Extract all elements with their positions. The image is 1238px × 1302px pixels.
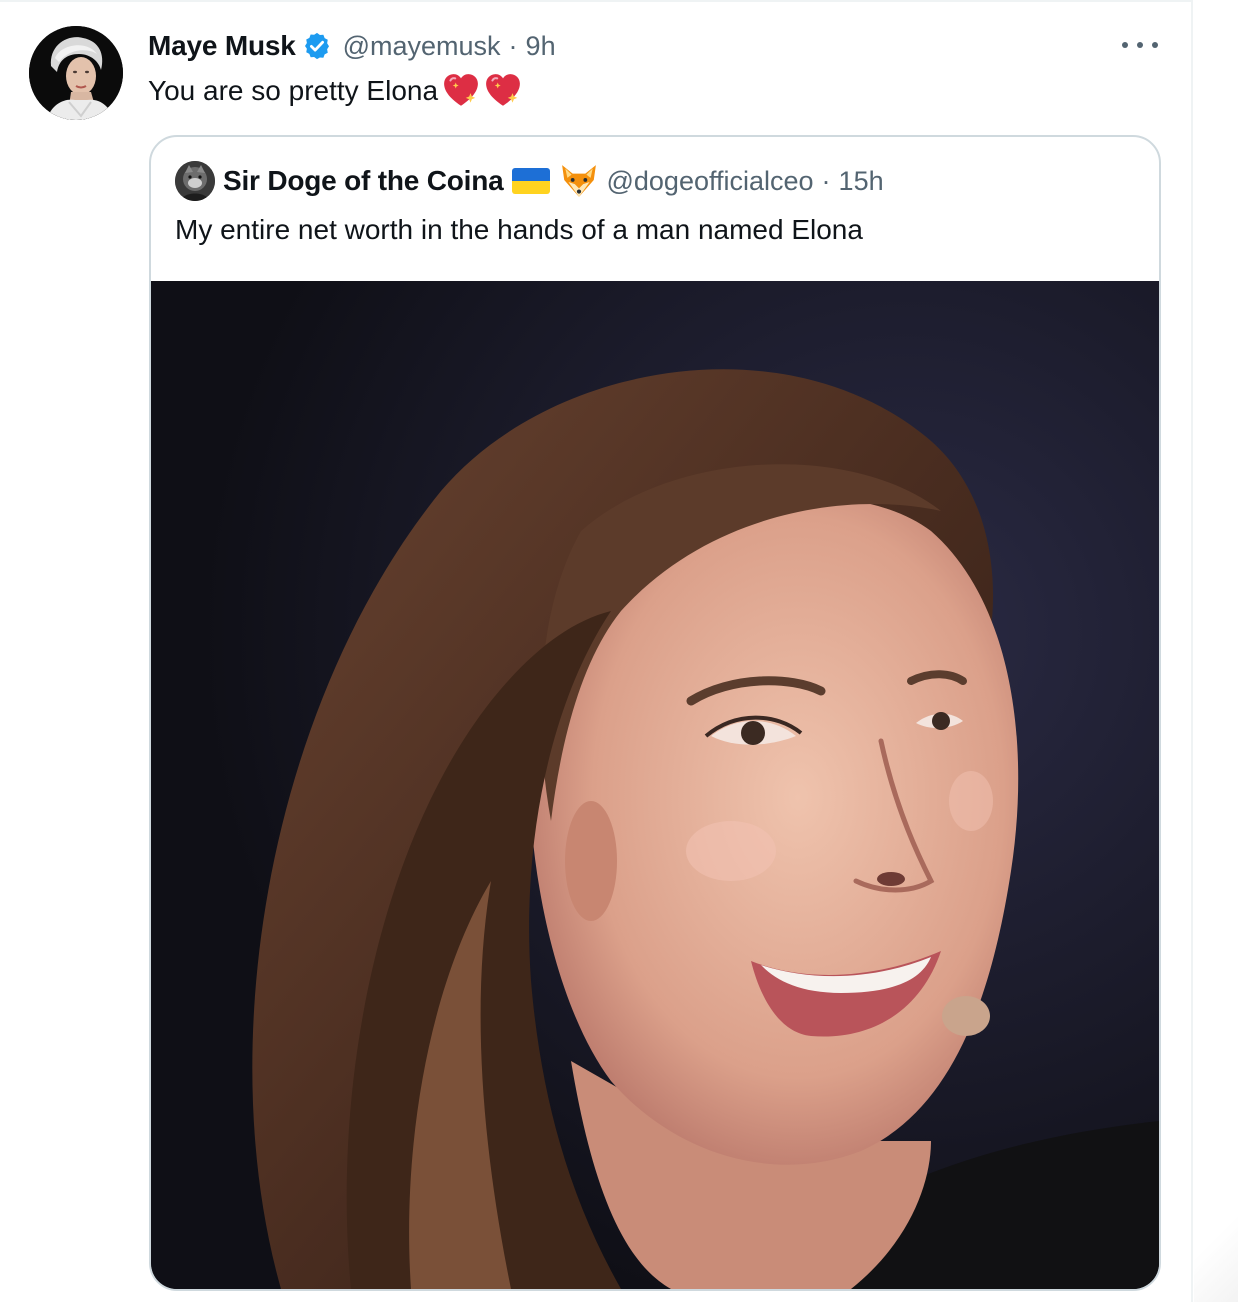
- author-handle[interactable]: @mayemusk: [343, 31, 501, 62]
- author-avatar-image: [29, 26, 123, 120]
- more-dot: [1137, 42, 1143, 48]
- quoted-tweet-text: My entire net worth in the hands of a ma…: [175, 214, 863, 245]
- quoted-avatar-image: [175, 161, 215, 201]
- sparkling-heart-icon: [484, 72, 522, 110]
- tweet-header: Maye Musk @mayemusk · 9h: [148, 28, 556, 64]
- tweet-text: You are so pretty Elona: [148, 72, 522, 110]
- author-avatar[interactable]: [29, 26, 123, 120]
- timeline-border: [1191, 0, 1193, 1302]
- separator-dot: ·: [821, 165, 831, 196]
- author-display-name[interactable]: Maye Musk: [148, 30, 296, 62]
- divider: [0, 0, 1192, 2]
- quoted-tweet-header: Sir Doge of the Coina @dogeofficialceo ·…: [175, 161, 884, 201]
- separator-dot: ·: [508, 30, 518, 61]
- quoted-author-display-name[interactable]: Sir Doge of the Coina: [223, 165, 504, 197]
- tweet-body: You are so pretty Elona: [148, 75, 439, 106]
- quoted-tweet-timestamp[interactable]: 15h: [839, 166, 884, 197]
- tweet-detail-page: Maye Musk @mayemusk · 9h You are so pret…: [0, 0, 1238, 1302]
- fox-face-icon: [560, 163, 598, 199]
- quoted-author-handle[interactable]: @dogeofficialceo: [606, 166, 813, 197]
- more-dot: [1152, 42, 1158, 48]
- quoted-tweet-photo[interactable]: [151, 281, 1159, 1289]
- ukraine-flag-icon: [512, 168, 551, 194]
- sparkling-heart-icon: [442, 72, 480, 110]
- more-dot: [1122, 42, 1128, 48]
- more-options-icon[interactable]: [1122, 34, 1158, 56]
- tweet-timestamp[interactable]: 9h: [526, 31, 556, 62]
- page-edge: [1194, 1200, 1238, 1302]
- quoted-author-avatar[interactable]: [175, 161, 215, 201]
- portrait-photo-image: [151, 281, 1159, 1289]
- verified-badge-icon: [302, 31, 332, 61]
- quoted-tweet-card[interactable]: Sir Doge of the Coina @dogeofficialceo ·…: [149, 135, 1161, 1291]
